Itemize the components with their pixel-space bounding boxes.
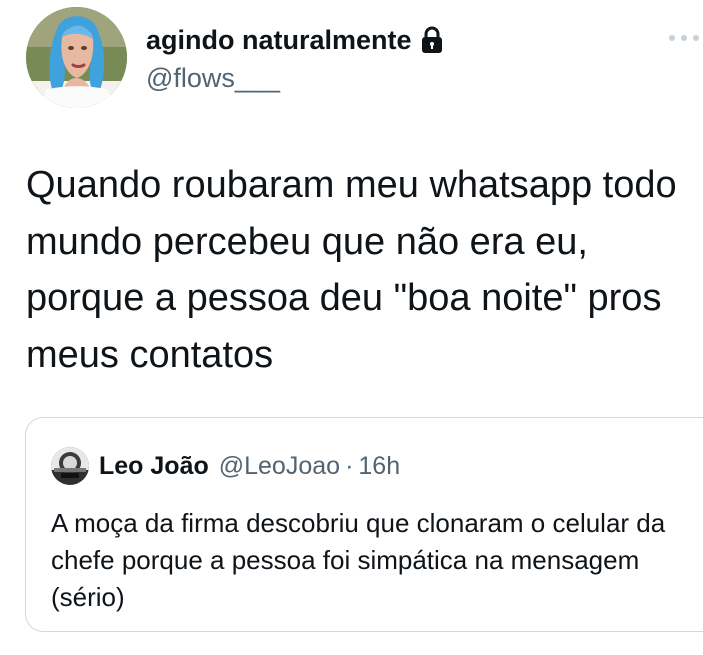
quoted-author-handle[interactable]: @LeoJoao [219, 452, 340, 481]
lock-icon [420, 26, 444, 54]
author-handle[interactable]: @flows___ [146, 62, 280, 94]
quoted-tweet-text: A moça da firma descobriu que clonaram o… [51, 508, 666, 612]
author-avatar[interactable] [26, 7, 127, 108]
quoted-avatar-photo-icon [51, 447, 89, 485]
quoted-author-display-name[interactable]: Leo João [99, 452, 209, 481]
metadata-separator: · [345, 451, 354, 480]
avatar-photo-icon [26, 7, 127, 108]
tweet[interactable]: agindo naturalmente @flows___ Quando rou… [0, 0, 703, 655]
quoted-tweet-card[interactable]: Leo João @LeoJoao · 16h A moça da firma … [25, 417, 703, 632]
author-display-name[interactable]: agindo naturalmente [146, 24, 412, 56]
more-horizontal-icon[interactable] [667, 30, 701, 46]
quoted-tweet-header: Leo João @LeoJoao · 16h [51, 447, 400, 485]
author-name-row: agindo naturalmente [146, 24, 444, 56]
tweet-text: Quando roubaram meu whatsapp todo mundo … [26, 164, 677, 376]
quoted-author-avatar[interactable] [51, 447, 89, 485]
quoted-tweet-time[interactable]: 16h [358, 452, 400, 481]
